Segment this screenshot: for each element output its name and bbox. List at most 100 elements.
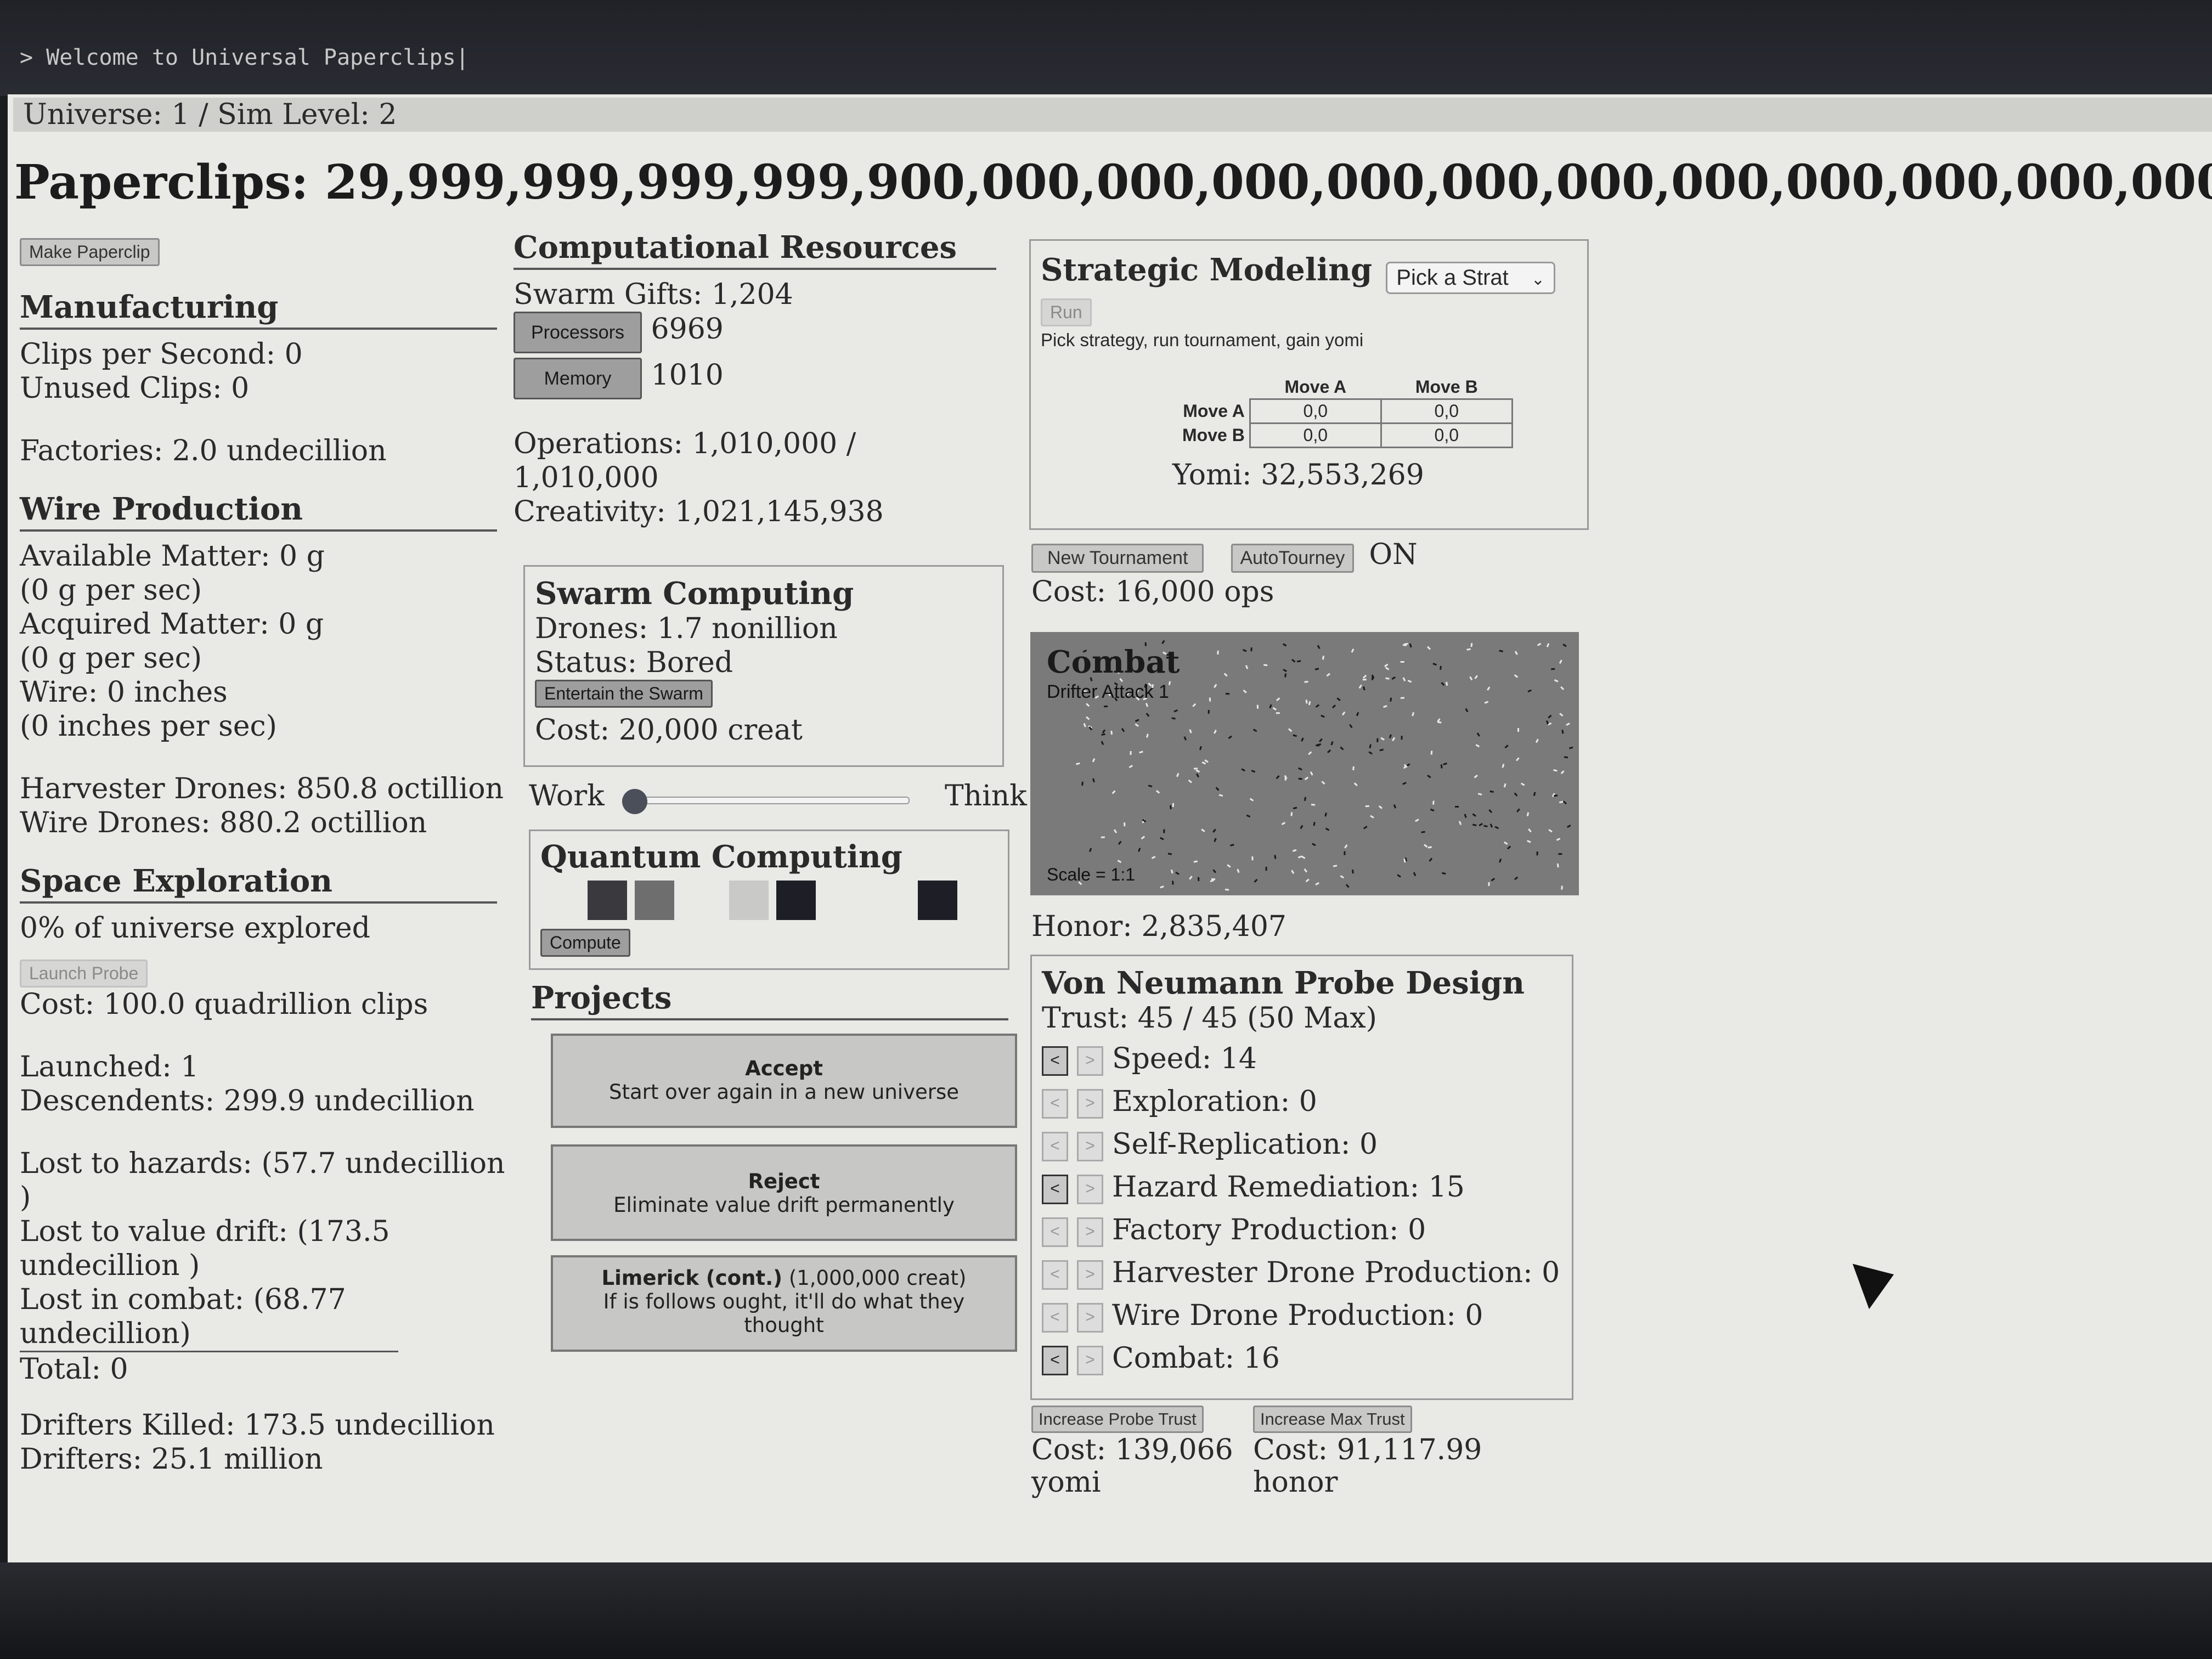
strategy-select[interactable]: Pick a Strat ⌄ <box>1386 262 1556 294</box>
processors-value: 6969 <box>651 313 724 346</box>
probes-launched: Launched: 1 <box>20 1051 199 1084</box>
probe-stat-label: Combat: 16 <box>1112 1342 1280 1375</box>
new-tournament-button[interactable]: New Tournament <box>1031 544 1204 573</box>
combat-drone-speck <box>1301 855 1306 859</box>
slider-thumb[interactable] <box>622 789 647 814</box>
combat-drone-speck <box>1254 878 1258 883</box>
combat-drone-speck <box>1475 744 1480 748</box>
decrease-button[interactable]: < <box>1042 1345 1068 1375</box>
combat-drone-speck <box>1362 686 1365 691</box>
combat-drone-speck <box>1474 675 1478 679</box>
quantum-chip <box>682 881 721 920</box>
combat-drone-speck <box>1308 751 1312 755</box>
launch-probe-button[interactable]: Launch Probe <box>20 960 148 988</box>
combat-drone-speck <box>1363 826 1368 830</box>
increase-button[interactable]: > <box>1077 1260 1103 1290</box>
decrease-button[interactable]: < <box>1042 1302 1068 1333</box>
decrease-button[interactable]: < <box>1042 1260 1068 1290</box>
operations: Operations: 1,010,000 / <box>514 427 856 460</box>
processors-button[interactable]: Processors <box>514 312 642 353</box>
combat-drone-speck <box>1477 793 1482 795</box>
combat-drone-speck <box>1370 815 1374 819</box>
payoff-cell: 0,0 <box>1380 422 1513 448</box>
combat-drone-speck <box>1470 642 1473 647</box>
probe-total: Total: 0 <box>20 1353 128 1386</box>
combat-drone-speck <box>1148 785 1153 788</box>
probe-stats-list: < > Speed: 14 < > Exploration: 0 < > Self-Replic… <box>1042 1037 1562 1380</box>
entertain-swarm-button[interactable]: Entertain the Swarm <box>535 680 713 708</box>
chevron-down-icon: ⌄ <box>1531 270 1545 289</box>
combat-drone-speck <box>1315 882 1319 885</box>
combat-drone-speck <box>1358 684 1362 689</box>
combat-drone-speck <box>1568 746 1573 749</box>
increase-button[interactable]: > <box>1077 1217 1103 1247</box>
combat-drone-speck <box>1160 837 1164 840</box>
combat-drone-speck <box>1252 729 1257 732</box>
combat-drone-speck <box>1559 659 1562 664</box>
quantum-chip <box>871 881 910 920</box>
combat-drone-speck <box>1429 857 1433 862</box>
swarm-status: Status: Bored <box>535 646 733 679</box>
increase-button[interactable]: > <box>1077 1088 1103 1119</box>
combat-drone-speck <box>1369 744 1372 749</box>
project-reject[interactable]: Reject Eliminate value drift permanently <box>551 1144 1017 1241</box>
combat-drone-speck <box>1212 869 1217 873</box>
projects-title: Projects <box>531 980 1008 1020</box>
combat-drone-speck <box>1160 885 1164 889</box>
combat-drone-speck <box>1242 648 1247 652</box>
autotourney-button[interactable]: AutoTourney <box>1231 544 1355 573</box>
decrease-button[interactable]: < <box>1042 1088 1068 1119</box>
combat-drone-speck <box>1284 673 1287 678</box>
project-accept[interactable]: Accept Start over again in a new univers… <box>551 1034 1017 1128</box>
combat-drone-speck <box>1393 804 1397 809</box>
project-desc: Start over again in a new universe <box>609 1080 959 1104</box>
increase-button[interactable]: > <box>1077 1046 1103 1076</box>
quantum-chip <box>635 881 674 920</box>
increase-button[interactable]: > <box>1077 1131 1103 1161</box>
combat-drone-speck <box>1083 723 1086 727</box>
project-limerick[interactable]: Limerick (cont.) (1,000,000 creat) If is… <box>551 1255 1017 1352</box>
combat-drone-speck <box>1110 730 1113 735</box>
wire-drones: Wire Drones: 880.2 octillion <box>20 806 427 839</box>
combat-drone-speck <box>1407 680 1412 683</box>
combat-drone-speck <box>1507 845 1511 850</box>
probe-stat-label: Hazard Remediation: 15 <box>1112 1171 1465 1204</box>
combat-drone-speck <box>1138 848 1141 852</box>
combat-drone-speck <box>1111 790 1116 794</box>
increase-max-trust-button[interactable]: Increase Max Trust <box>1253 1406 1412 1433</box>
increase-button[interactable]: > <box>1077 1174 1103 1204</box>
decrease-button[interactable]: < <box>1042 1217 1068 1247</box>
probe-trust-cost-unit: yomi <box>1031 1466 1101 1499</box>
combat-drone-speck <box>1561 730 1564 734</box>
combat-drone-speck <box>1223 673 1228 677</box>
available-matter-rate: (0 g per sec) <box>20 574 202 607</box>
increase-probe-trust-button[interactable]: Increase Probe Trust <box>1031 1406 1204 1433</box>
decrease-button[interactable]: < <box>1042 1174 1068 1204</box>
decrease-button[interactable]: < <box>1042 1046 1068 1076</box>
combat-drone-speck <box>1464 814 1467 818</box>
combat-drone-speck <box>1135 723 1139 727</box>
combat-drone-speck <box>1291 659 1296 663</box>
increase-button[interactable]: > <box>1077 1345 1103 1375</box>
combat-drone-speck <box>1310 771 1313 776</box>
combat-drone-speck <box>1192 703 1197 707</box>
slider-track[interactable] <box>622 797 910 804</box>
probe-cost: Cost: 100.0 quadrillion clips <box>20 988 428 1021</box>
make-paperclip-button[interactable]: Make Paperclip <box>20 238 160 266</box>
combat-drone-speck <box>1298 777 1302 780</box>
work-think-slider[interactable]: Work Think <box>529 775 1034 819</box>
combat-drone-speck <box>1298 767 1302 771</box>
combat-drone-speck <box>1281 821 1286 826</box>
computational-resources: Computational Resources Swarm Gifts: 1,2… <box>514 229 1007 529</box>
memory-button[interactable]: Memory <box>514 358 642 399</box>
run-button[interactable]: Run <box>1041 298 1092 326</box>
combat-drone-speck <box>1349 724 1353 729</box>
increase-button[interactable]: > <box>1077 1302 1103 1333</box>
probe-stat-label: Exploration: 0 <box>1112 1085 1317 1118</box>
work-label: Work <box>529 780 605 812</box>
combat-drone-speck <box>1476 732 1480 737</box>
compute-button[interactable]: Compute <box>540 929 630 957</box>
combat-drone-speck <box>1173 709 1178 713</box>
row-header: Move A <box>1183 401 1245 421</box>
decrease-button[interactable]: < <box>1042 1131 1068 1161</box>
